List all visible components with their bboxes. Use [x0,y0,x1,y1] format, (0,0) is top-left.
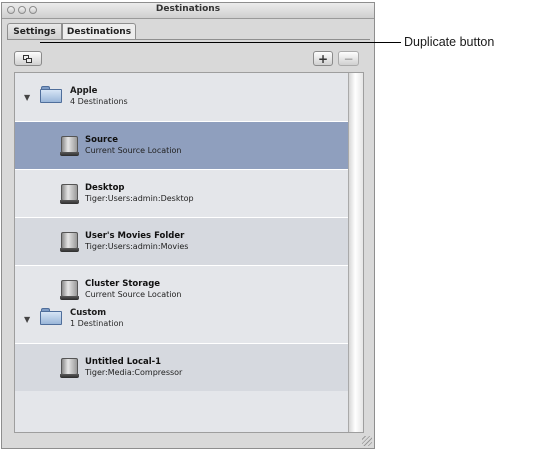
destination-path: Current Source Location [85,146,182,155]
callout-label: Duplicate button [404,35,495,49]
destination-name: Desktop [85,183,125,193]
destination-name: User's Movies Folder [85,231,185,241]
destination-name: Cluster Storage [85,279,161,289]
destination-path: Tiger:Users:admin:Desktop [85,194,194,203]
group-name: Apple [70,86,98,96]
resize-handle-icon[interactable] [362,436,372,446]
remove-destination-button[interactable]: − [338,51,359,66]
destinations-list[interactable]: ▼ Apple 4 Destinations Source Current So… [14,72,364,433]
window-title: Destinations [155,4,221,14]
destination-row-desktop[interactable]: Desktop Tiger:Users:admin:Desktop [15,169,349,217]
vertical-scrollbar[interactable] [348,73,363,432]
hard-drive-icon [60,184,79,204]
destination-row-source[interactable]: Source Current Source Location [15,121,349,169]
group-row-apple[interactable]: ▼ Apple 4 Destinations [15,73,349,121]
title-bar[interactable]: Destinations [2,3,374,19]
duplicate-icon [23,54,33,63]
group-count: 1 Destination [70,319,124,328]
tab-settings[interactable]: Settings [7,23,62,39]
callout-line [40,42,401,43]
destinations-list-content: ▼ Apple 4 Destinations Source Current So… [15,73,349,432]
destinations-window: Destinations Settings Destinations + − ▼… [1,2,375,449]
destination-name: Untitled Local-1 [85,357,162,367]
disclosure-triangle-icon[interactable]: ▼ [24,93,30,102]
add-destination-button[interactable]: + [313,51,333,66]
hard-drive-icon [60,232,79,252]
folder-icon [40,308,62,325]
destination-row-movies-folder[interactable]: User's Movies Folder Tiger:Users:admin:M… [15,217,349,265]
hard-drive-icon [60,136,79,156]
disclosure-triangle-icon[interactable]: ▼ [24,315,30,324]
duplicate-button[interactable] [14,51,42,66]
hard-drive-icon [60,358,79,378]
destination-name: Source [85,135,119,145]
group-row-custom[interactable]: ▼ Custom 1 Destination [15,295,349,343]
destination-path: Tiger:Users:admin:Movies [85,242,189,251]
group-name: Custom [70,308,107,318]
tab-divider [7,39,370,40]
destination-path: Tiger:Media:Compressor [85,368,183,377]
destination-row-untitled-local[interactable]: Untitled Local-1 Tiger:Media:Compressor [15,343,349,391]
tab-destinations[interactable]: Destinations [62,23,136,39]
folder-icon [40,86,62,103]
group-count: 4 Destinations [70,97,128,106]
